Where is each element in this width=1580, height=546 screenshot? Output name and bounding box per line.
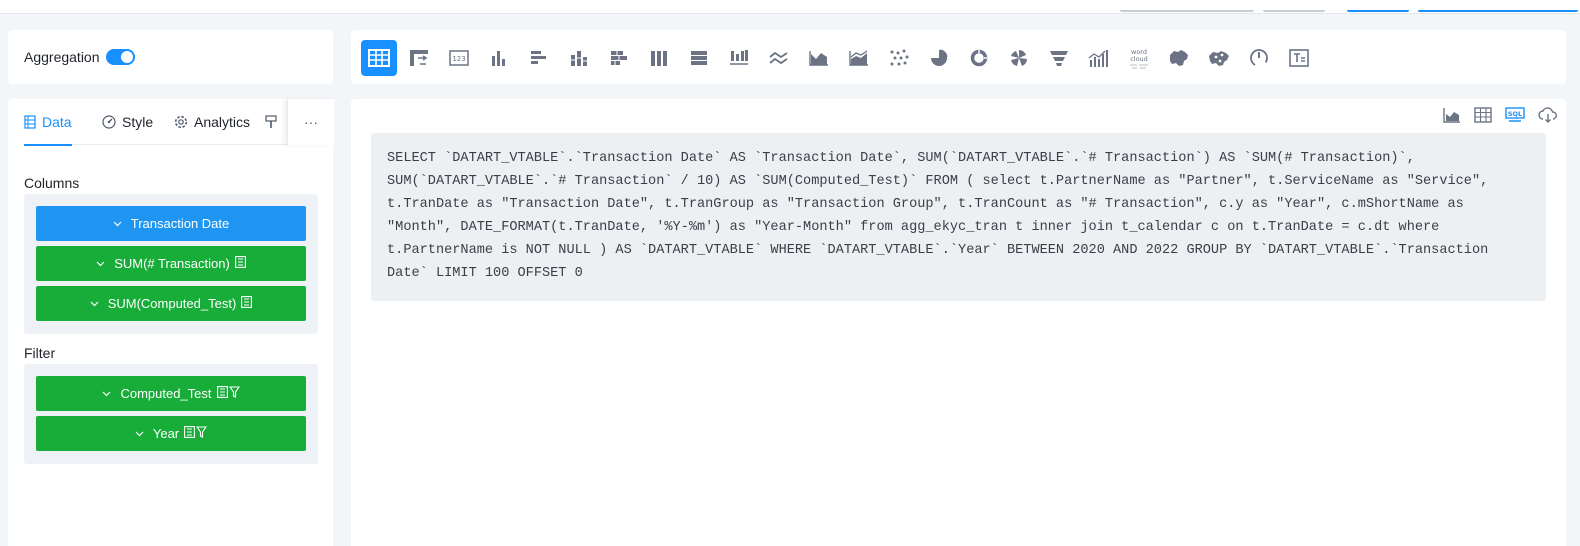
map-icon[interactable]	[1161, 40, 1197, 76]
tab-data[interactable]: Data	[24, 99, 72, 146]
sql-icon-label: SQL	[1508, 110, 1522, 118]
word-cloud-icon[interactable]: word cloud	[1121, 40, 1157, 76]
config-panel: Data Style Analytics ··· Columns Transac…	[8, 99, 334, 546]
percentage-bar-icon[interactable]	[681, 40, 717, 76]
rich-text-icon[interactable]	[1281, 40, 1317, 76]
column-field-sum-computed-test[interactable]: SUM(Computed_Test)	[36, 286, 306, 321]
field-label: SUM(# Transaction)	[114, 256, 230, 271]
doughnut-icon[interactable]	[961, 40, 997, 76]
column-field-transaction-date[interactable]: Transaction Date	[36, 206, 306, 241]
aggregation-label: Aggregation	[24, 49, 100, 65]
cluster-column-icon[interactable]	[481, 40, 517, 76]
scatter-icon[interactable]	[881, 40, 917, 76]
filter-title: Filter	[24, 345, 56, 361]
chart-type-toolbar: 123 word cloud	[351, 30, 1566, 84]
more-tabs-button[interactable]: ···	[287, 99, 334, 145]
filter-field-computed-test[interactable]: Computed_Test	[36, 376, 306, 411]
svg-text:123: 123	[452, 55, 465, 63]
cluster-bar-icon[interactable]	[521, 40, 557, 76]
sum-icon	[241, 296, 253, 311]
scatter-map-icon[interactable]	[1201, 40, 1237, 76]
top-button-3[interactable]	[1347, 10, 1409, 12]
chevron-down-icon	[96, 261, 105, 267]
chevron-down-icon	[113, 221, 122, 227]
top-button-1[interactable]	[1120, 10, 1254, 12]
table-icon[interactable]	[361, 40, 397, 76]
sum-icon	[184, 426, 196, 441]
view-mode-switcher: SQL	[1443, 107, 1558, 123]
database-icon	[24, 115, 36, 129]
column-field-sum-transaction[interactable]: SUM(# Transaction)	[36, 246, 306, 281]
line-icon[interactable]	[761, 40, 797, 76]
sum-icon	[216, 386, 228, 401]
chart-view-icon[interactable]	[1443, 107, 1461, 123]
stack-bar-icon[interactable]	[601, 40, 637, 76]
filter-icon	[228, 386, 240, 401]
dashboard-icon	[102, 115, 116, 129]
columns-dropzone[interactable]: Transaction Date SUM(# Transaction) SUM(…	[24, 194, 318, 334]
gear-icon	[174, 115, 188, 129]
tab-style-label: Style	[122, 114, 154, 130]
config-tabs: Data Style Analytics ···	[24, 99, 334, 146]
chevron-down-icon	[135, 431, 144, 437]
pie-icon[interactable]	[921, 40, 957, 76]
field-label: Transaction Date	[130, 216, 230, 231]
filter-field-year[interactable]: Year	[36, 416, 306, 451]
field-label: SUM(Computed_Test)	[107, 296, 237, 311]
top-button-2[interactable]	[1263, 10, 1325, 12]
top-button-4[interactable]	[1418, 10, 1578, 12]
pivot-sheet-icon[interactable]	[401, 40, 437, 76]
gauge-icon[interactable]	[1241, 40, 1277, 76]
filter-icon	[196, 426, 208, 441]
field-label: Year	[152, 426, 180, 441]
top-bar	[0, 0, 1580, 14]
sum-icon	[234, 256, 246, 271]
aggregation-toggle[interactable]	[105, 49, 135, 65]
svg-text:cloud: cloud	[1130, 55, 1148, 63]
sql-preview: SELECT `DATART_VTABLE`.`Transaction Date…	[371, 133, 1546, 301]
columns-title: Columns	[24, 175, 80, 191]
area-icon[interactable]	[801, 40, 837, 76]
stack-column-icon[interactable]	[561, 40, 597, 76]
tab-analytics-label: Analytics	[194, 114, 251, 130]
percentage-column-icon[interactable]	[641, 40, 677, 76]
field-label: Computed_Test	[120, 386, 212, 401]
waterfall-icon[interactable]	[721, 40, 757, 76]
rose-icon[interactable]	[1001, 40, 1037, 76]
result-panel: SQL SELECT `DATART_VTABLE`.`Transaction …	[351, 99, 1566, 546]
paint-icon	[265, 115, 277, 129]
sql-view-icon[interactable]: SQL	[1505, 107, 1525, 123]
tab-data-label: Data	[42, 114, 72, 130]
funnel-icon[interactable]	[1041, 40, 1077, 76]
tab-analytics[interactable]: Analytics	[174, 99, 250, 145]
filter-dropzone[interactable]: Computed_Test Year	[24, 364, 318, 464]
tab-style[interactable]: Style	[102, 99, 153, 145]
stack-area-icon[interactable]	[841, 40, 877, 76]
aggregation-panel: Aggregation	[8, 30, 333, 84]
tab-overflow-icon[interactable]	[265, 99, 279, 145]
toggle-knob	[120, 51, 133, 63]
double-y-icon[interactable]	[1081, 40, 1117, 76]
chevron-down-icon	[102, 391, 111, 397]
table-view-icon[interactable]	[1474, 107, 1492, 123]
score-icon[interactable]: 123	[441, 40, 477, 76]
chevron-down-icon	[90, 301, 99, 307]
download-icon[interactable]	[1538, 107, 1558, 123]
